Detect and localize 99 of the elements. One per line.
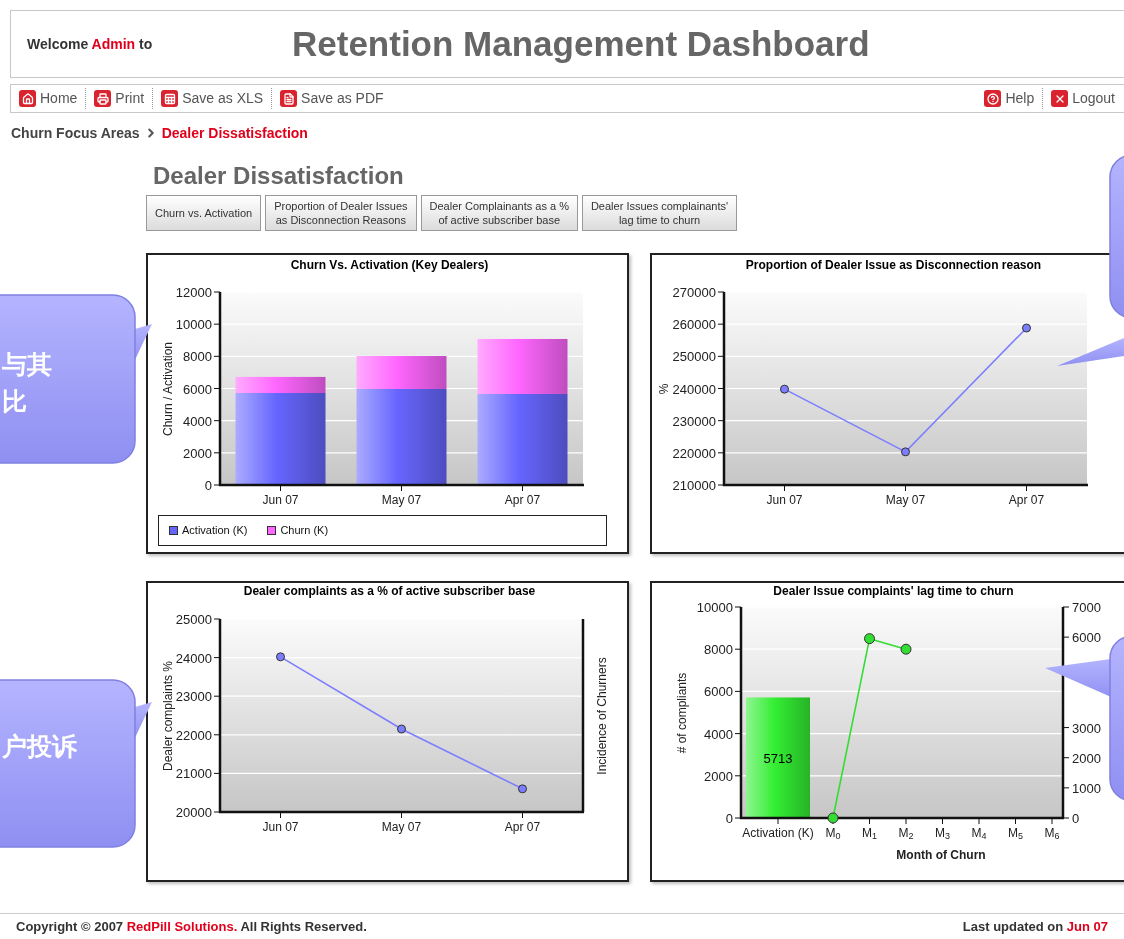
axis-tick-label: May 07 [885, 494, 926, 506]
axis-title: % [658, 383, 670, 394]
axis-tick-label: 4000 [183, 414, 212, 428]
help-icon [984, 90, 1002, 107]
tab[interactable]: Churn vs. Activation [146, 195, 262, 231]
last-updated-text: Last updated on Jun 07 [962, 917, 1108, 936]
data-point [864, 633, 875, 645]
close-icon [1051, 90, 1069, 107]
axis-tick-label: May 07 [381, 494, 422, 506]
axis-tick-label: Activation (K) [742, 827, 814, 839]
legend-label: Churn (K) [280, 523, 329, 539]
axis-tick-label: Jun 07 [262, 821, 299, 833]
axis-tick-label: M$_{3}$ [935, 827, 950, 839]
axis-tick-label: 240000 [672, 382, 716, 395]
axis-title: # of compliants [676, 672, 688, 753]
company-link[interactable]: RedPill Solutions. [126, 918, 238, 934]
chart-title: Dealer Issue complaints' lag time to churn [773, 585, 1014, 597]
axis-tick-label: 2000 [704, 769, 733, 783]
copyright-text: Copyright © 2007 RedPill Solutions. All Rights Reserved. [16, 917, 367, 936]
axis-tick-label: 7000 [1072, 600, 1101, 614]
axis-tick-label: 250000 [672, 349, 716, 363]
data-point [900, 643, 912, 655]
data-point [901, 447, 910, 457]
axis-tick-label: 4000 [704, 727, 733, 741]
toolbar-button[interactable]: Logout [1042, 88, 1123, 109]
tab[interactable]: Dealer Issues complainants' lag time to churn [581, 195, 738, 231]
data-point [518, 784, 527, 794]
axis-tick-label: 260000 [672, 317, 716, 331]
toolbar-button[interactable]: Help [976, 88, 1043, 109]
axis-tick-label: 24000 [175, 651, 212, 665]
welcome-text: Welcome Admin to [27, 34, 154, 54]
legend-label: Activation (K) [182, 523, 248, 539]
axis-tick-label: 23000 [175, 689, 212, 703]
dashboard-title: Retention Management Dashboard [292, 22, 870, 65]
axis-tick-label: 20000 [175, 805, 212, 819]
data-point [1022, 323, 1031, 333]
tab[interactable]: Proportion of Dealer Issues as Disconnection Reasons [265, 195, 417, 231]
printer-icon [94, 90, 112, 107]
axis-tick-label: 10000 [696, 600, 733, 614]
axis-tick-label: M$_{6}$ [1044, 827, 1060, 839]
axis-tick-label: 0 [725, 811, 733, 825]
axis-tick-label: 0 [1072, 811, 1080, 825]
axis-tick-label: M$_{4}$ [971, 827, 987, 839]
data-point [827, 812, 839, 824]
axis-tick-label: 210000 [672, 478, 716, 492]
data-point [780, 384, 789, 394]
axis-tick-label: 25000 [175, 612, 212, 626]
axis-tick-label: M$_{0}$ [825, 827, 841, 839]
axis-tick-label: 230000 [672, 414, 716, 428]
callout-text: 与其 比 [2, 349, 52, 417]
axis-tick-label: 1000 [1072, 781, 1101, 795]
axis-tick-label: M$_{1}$ [862, 827, 877, 839]
home-icon [19, 90, 36, 107]
axis-title: Incidence of Churners [596, 656, 608, 775]
toolbar-button[interactable]: Save as PDF [271, 88, 392, 109]
toolbar-button[interactable]: Print [85, 88, 153, 109]
breadcrumb-current: Dealer Dissatisfaction [161, 123, 308, 143]
callout-text: 户投诉 [2, 731, 77, 762]
axis-tick-label: 6000 [704, 684, 733, 698]
axis-tick-label: M$_{2}$ [898, 827, 914, 839]
toolbar-button[interactable]: Home [11, 88, 86, 109]
axis-tick-label: 6000 [183, 382, 212, 395]
axis-tick-label: 2000 [1072, 751, 1101, 765]
axis-tick-label: M$_{5}$ [1008, 827, 1023, 839]
chart-title: Dealer complaints as a % of active subscriber base [243, 585, 536, 597]
axis-tick-label: 8000 [183, 349, 212, 363]
axis-tick-label: 6000 [1072, 630, 1101, 644]
axis-tick-label: May 07 [381, 821, 422, 833]
breadcrumb-link[interactable]: Churn Focus Areas [11, 122, 140, 144]
axis-tick-label: Jun 07 [766, 494, 803, 506]
axis-tick-label: 2000 [183, 446, 212, 460]
tab[interactable]: Dealer Complainants as a % of active subscriber base [420, 195, 578, 231]
axis-tick-label: Apr 07 [1008, 494, 1045, 506]
axis-tick-label: 10000 [175, 317, 212, 331]
document-icon [280, 90, 298, 107]
axis-tick-label: 21000 [175, 766, 212, 780]
axis-title: Dealer complaints % [162, 660, 174, 771]
spreadsheet-icon [161, 90, 179, 107]
toolbar-button[interactable]: Save as XLS [152, 88, 272, 109]
data-point [276, 652, 285, 662]
chart-title: Proportion of Dealer Issue as Disconnection reason [745, 259, 1042, 271]
page-title: Dealer Dissatisfaction [153, 163, 404, 189]
axis-tick-label: 12000 [175, 285, 212, 299]
axis-tick-label: Jun 07 [262, 494, 299, 506]
axis-tick-label: 22000 [175, 728, 212, 742]
axis-tick-label: 8000 [704, 642, 733, 656]
axis-tick-label: 270000 [672, 285, 716, 299]
legend-swatch [169, 526, 178, 535]
axis-tick-label: 3000 [1072, 721, 1101, 735]
data-point [397, 724, 406, 734]
axis-title: Month of Churn [896, 849, 986, 861]
axis-tick-label: Apr 07 [504, 821, 541, 833]
data-label: 5713 [763, 751, 793, 765]
axis-tick-label: 220000 [672, 446, 716, 460]
axis-title: Churn / Activation [162, 341, 174, 436]
axis-tick-label: 0 [204, 478, 212, 492]
axis-tick-label: Apr 07 [504, 494, 541, 506]
legend-swatch [267, 526, 277, 535]
chart-title: Churn Vs. Activation (Key Dealers) [290, 259, 489, 271]
